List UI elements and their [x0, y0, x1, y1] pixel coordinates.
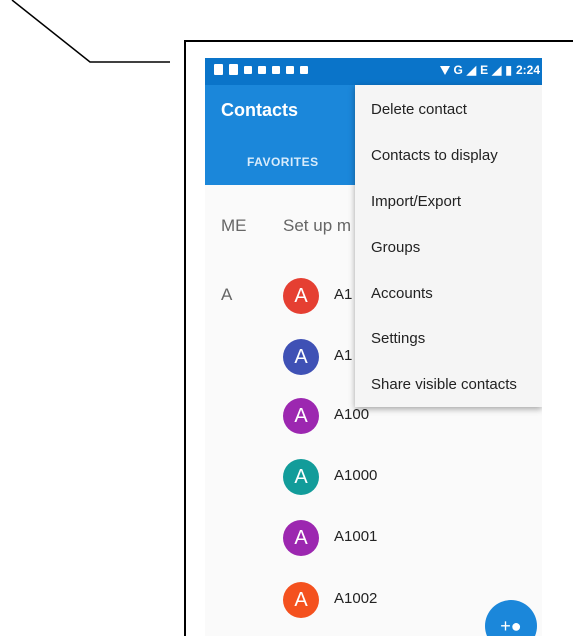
android-debug-icon: [300, 66, 308, 74]
avatar: A: [283, 459, 319, 495]
menu-item-settings[interactable]: Settings: [371, 330, 425, 347]
menu-item-accounts[interactable]: Accounts: [371, 285, 433, 302]
avatar: A: [283, 582, 319, 618]
menu-item-groups[interactable]: Groups: [371, 239, 420, 256]
contact-row[interactable]: A A1001: [205, 514, 542, 562]
overflow-menu: Delete contact Contacts to display Impor…: [355, 85, 542, 407]
status-time: 2:24: [515, 63, 540, 77]
notification-icons: [214, 64, 308, 75]
usb-icon: [258, 66, 266, 74]
warning-icon: [286, 66, 294, 74]
menu-item-contacts-to-display[interactable]: Contacts to display: [371, 147, 498, 164]
status-bar: G ◢ E ◢ ▮ 2:24: [205, 58, 542, 85]
menu-item-import-export[interactable]: Import/Export: [371, 193, 461, 210]
phone-screen: G ◢ E ◢ ▮ 2:24 Contacts FAVORITES ME Set…: [205, 58, 542, 636]
contact-name: A1002: [334, 590, 378, 607]
contact-name: A1001: [334, 528, 378, 545]
signal-icon-2: ◢: [492, 63, 502, 77]
battery-saver-icon: [272, 66, 280, 74]
network-type-1: G: [453, 63, 463, 77]
contact-name: A100: [334, 406, 370, 423]
sd-card-icon-2: [229, 64, 238, 75]
add-contact-icon: +●: [500, 616, 522, 636]
menu-item-delete-contact[interactable]: Delete contact: [371, 101, 467, 118]
sd-card-icon: [214, 64, 223, 75]
setup-profile-text: Set up m: [283, 216, 352, 235]
system-icons: G ◢ E ◢ ▮ 2:24: [439, 63, 540, 77]
contact-name: A1000: [334, 467, 378, 484]
me-label: ME: [221, 216, 247, 235]
app-title: Contacts: [221, 100, 299, 120]
wifi-icon: [439, 65, 450, 75]
menu-item-share-visible-contacts[interactable]: Share visible contacts: [371, 376, 517, 393]
avatar: A: [283, 520, 319, 556]
avatar: A: [283, 398, 319, 434]
avatar: A: [283, 278, 319, 314]
contact-row[interactable]: A A1000: [205, 453, 542, 501]
tab-favorites[interactable]: FAVORITES: [247, 155, 319, 169]
network-type-2: E: [480, 63, 489, 77]
signal-icon: ◢: [466, 63, 477, 77]
avatar: A: [283, 339, 319, 375]
image-icon: [244, 66, 252, 74]
contact-name: A1: [334, 347, 353, 364]
battery-icon: ▮: [505, 63, 512, 77]
contact-name: A1: [334, 286, 353, 303]
